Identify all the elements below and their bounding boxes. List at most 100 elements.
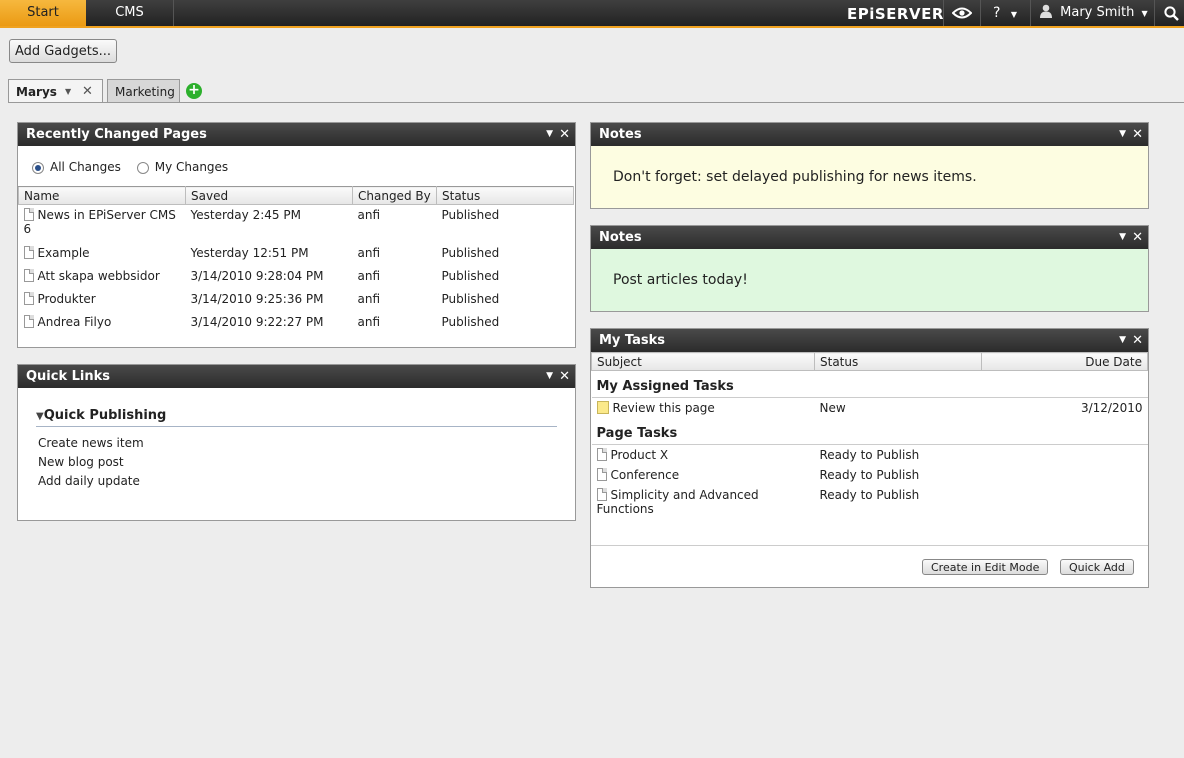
- table-row[interactable]: Andrea Filyo 3/14/2010 9:22:27 PM anfi P…: [19, 312, 574, 335]
- close-icon[interactable]: ✕: [559, 123, 570, 146]
- column-header-changed-by[interactable]: Changed By: [352, 186, 437, 205]
- task-subject[interactable]: Simplicity and Advanced Functions: [597, 488, 759, 516]
- quick-link[interactable]: Add daily update: [38, 474, 140, 488]
- task-due-date: [982, 465, 1148, 485]
- my-changes-label[interactable]: My Changes: [155, 160, 228, 174]
- gadget-header: Recently Changed Pages ▼ ✕: [18, 123, 575, 146]
- status-cell: Published: [441, 208, 500, 222]
- page-icon: [23, 208, 34, 221]
- page-icon: [23, 314, 34, 328]
- table-row[interactable]: Review this page New 3/12/2010: [592, 398, 1148, 419]
- task-subject[interactable]: Conference: [611, 468, 680, 482]
- column-header-status[interactable]: Status: [436, 186, 574, 205]
- all-changes-label[interactable]: All Changes: [50, 160, 121, 174]
- chevron-down-icon[interactable]: ▼: [546, 365, 553, 388]
- status-cell: Published: [441, 291, 500, 306]
- eye-icon[interactable]: [944, 0, 980, 26]
- table-row[interactable]: News in EPiServer CMS 6 Yesterday 2:45 P…: [19, 205, 574, 243]
- table-row[interactable]: Example Yesterday 12:51 PM anfi Publishe…: [19, 243, 574, 266]
- section-title: Quick Publishing: [43, 408, 167, 423]
- quick-add-button[interactable]: Quick Add: [1060, 559, 1134, 575]
- close-icon[interactable]: ✕: [559, 365, 570, 388]
- chevron-down-icon[interactable]: ▼: [1119, 329, 1126, 352]
- task-due-date: 3/12/2010: [1080, 401, 1143, 415]
- changed-by-cell: anfi: [357, 268, 381, 283]
- chevron-down-icon[interactable]: ▼: [1119, 226, 1126, 249]
- gadget-header: Notes ▼ ✕: [591, 123, 1148, 146]
- task-status: Ready to Publish: [819, 488, 920, 502]
- gadget-header: My Tasks ▼ ✕: [591, 329, 1148, 352]
- divider: [980, 0, 981, 26]
- add-gadgets-button[interactable]: Add Gadgets...: [9, 39, 117, 63]
- table-row[interactable]: Product X Ready to Publish: [592, 445, 1148, 466]
- quick-link[interactable]: New blog post: [38, 455, 124, 469]
- notes-gadget: Notes ▼ ✕ Don't forget: set delayed publ…: [590, 122, 1149, 209]
- table-row[interactable]: Conference Ready to Publish: [592, 465, 1148, 485]
- close-icon[interactable]: ✕: [1132, 329, 1143, 352]
- my-changes-radio[interactable]: [136, 161, 149, 174]
- saved-cell: 3/14/2010 9:25:36 PM: [190, 291, 324, 306]
- tab-label: Marketing: [115, 85, 175, 99]
- create-in-edit-mode-button[interactable]: Create in Edit Mode: [922, 559, 1049, 575]
- sticky-note-icon: [596, 401, 609, 414]
- page-name[interactable]: News in EPiServer CMS 6: [24, 208, 176, 236]
- tab-divider: [8, 102, 1184, 103]
- table-row[interactable]: Att skapa webbsidor 3/14/2010 9:28:04 PM…: [19, 266, 574, 289]
- chevron-down-icon[interactable]: ▼: [65, 80, 71, 104]
- gadget-title: Quick Links: [26, 369, 111, 384]
- add-tab-icon[interactable]: +: [186, 83, 202, 99]
- table-row[interactable]: Simplicity and Advanced Functions Ready …: [592, 485, 1148, 519]
- note-text[interactable]: Don't forget: set delayed publishing for…: [591, 146, 1148, 185]
- status-cell: Published: [441, 268, 500, 283]
- close-icon[interactable]: ✕: [1132, 123, 1143, 146]
- quick-link[interactable]: Create news item: [38, 436, 144, 450]
- chevron-down-icon: ▼: [1010, 10, 1018, 19]
- page-icon: [23, 245, 34, 259]
- tab-start[interactable]: Start: [0, 0, 86, 26]
- close-icon[interactable]: ✕: [1132, 226, 1143, 249]
- quick-publishing-section[interactable]: ▼Quick Publishing: [36, 408, 557, 427]
- all-changes-radio[interactable]: [32, 161, 44, 174]
- page-name[interactable]: Produkter: [38, 292, 96, 306]
- saved-cell: Yesterday 12:51 PM: [190, 245, 309, 260]
- tab-cms[interactable]: CMS: [86, 0, 174, 26]
- page-icon: [596, 468, 607, 481]
- task-subject[interactable]: Product X: [611, 448, 669, 462]
- search-icon[interactable]: [1158, 0, 1184, 26]
- group-row: My Assigned Tasks: [591, 370, 1148, 398]
- status-cell: Published: [441, 314, 500, 329]
- dashboard-tab-marys[interactable]: Marys ▼ ✕: [8, 79, 103, 103]
- task-subject[interactable]: Review this page: [613, 401, 715, 415]
- column-header-name[interactable]: Name: [18, 186, 186, 205]
- help-icon: ?: [992, 5, 1001, 21]
- table-row[interactable]: Produkter 3/14/2010 9:25:36 PM anfi Publ…: [19, 289, 574, 312]
- changed-by-cell: anfi: [357, 245, 381, 260]
- saved-cell: 3/14/2010 9:22:27 PM: [190, 314, 324, 329]
- column-header-due-date[interactable]: Due Date: [981, 352, 1148, 371]
- gadget-title: Notes: [599, 127, 642, 142]
- note-text[interactable]: Post articles today!: [591, 249, 1148, 288]
- collapse-triangle-icon[interactable]: ▼: [36, 411, 44, 422]
- column-header-status[interactable]: Status: [814, 352, 982, 371]
- changed-by-cell: anfi: [357, 208, 381, 222]
- chevron-down-icon[interactable]: ▼: [1119, 123, 1126, 146]
- dashboard-tab-marketing[interactable]: Marketing: [107, 79, 180, 103]
- chevron-down-icon[interactable]: ▼: [546, 123, 553, 146]
- page-name[interactable]: Example: [38, 246, 90, 260]
- episerver-logo: EPiSERVER: [847, 5, 944, 23]
- column-header-subject[interactable]: Subject: [591, 352, 815, 371]
- chevron-down-icon: ▼: [1141, 9, 1148, 18]
- group-row: Page Tasks: [591, 418, 1148, 445]
- page-name[interactable]: Att skapa webbsidor: [38, 269, 160, 283]
- group-title: Page Tasks: [591, 418, 1148, 445]
- page-name[interactable]: Andrea Filyo: [38, 315, 112, 329]
- top-navigation-bar: Start CMS EPiSERVER ? ▼ Mary Smith ▼: [0, 0, 1184, 28]
- column-header-saved[interactable]: Saved: [185, 186, 353, 205]
- help-menu[interactable]: ? ▼: [983, 0, 1027, 26]
- page-icon: [23, 291, 34, 305]
- gadget-header: Quick Links ▼ ✕: [18, 365, 575, 388]
- user-menu[interactable]: Mary Smith ▼: [1040, 0, 1148, 26]
- close-icon[interactable]: ✕: [82, 80, 93, 104]
- divider: [1154, 0, 1155, 26]
- recently-changed-table: Name Saved Changed By Status News in EPi…: [18, 186, 574, 335]
